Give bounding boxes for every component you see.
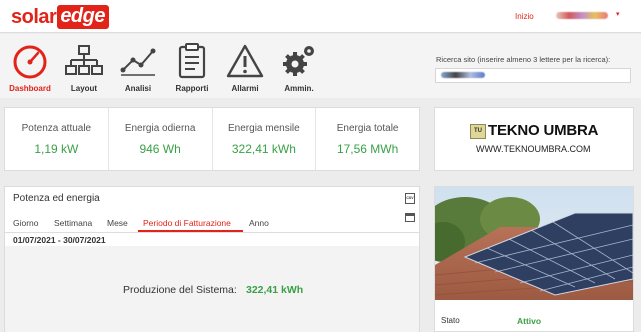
kpi-energy-month: Energia mensile 322,41 kWh <box>213 108 317 170</box>
site-status-label: Stato <box>441 316 460 325</box>
warning-icon <box>226 44 264 78</box>
solaredge-logo[interactable]: solar edge <box>11 5 109 29</box>
kpi-label: Energia odierna <box>124 123 196 134</box>
tab-label: Layout <box>70 84 98 93</box>
site-status-value: Attivo <box>517 316 542 326</box>
tab-allarmi[interactable]: Allarmi <box>219 42 271 96</box>
kpi-energy-today: Energia odierna 946 Wh <box>109 108 213 170</box>
panel-title: Potenza ed energia <box>13 193 100 204</box>
hierarchy-icon <box>65 45 103 75</box>
tab-rapporti[interactable]: Rapporti <box>166 42 218 96</box>
tab-analisi[interactable]: Analisi <box>112 42 164 96</box>
tab-settimana[interactable]: Settimana <box>54 218 92 228</box>
user-menu[interactable] <box>556 12 608 19</box>
installer-website[interactable]: WWW.TEKNOUMBRA.COM <box>476 144 591 154</box>
kpi-value: 322,41 kWh <box>231 142 296 156</box>
clipboard-icon <box>178 43 206 79</box>
divider <box>5 232 419 233</box>
tab-label: Dashboard <box>9 84 51 93</box>
site-search-value <box>441 72 485 78</box>
kpi-value: 946 Wh <box>139 142 181 156</box>
production-label: Produzione del Sistema: <box>123 284 237 296</box>
tab-ammin[interactable]: Ammin. <box>273 42 325 96</box>
top-bar: solar edge Inizio ▾ <box>0 0 641 33</box>
main-toolbar: Dashboard Layout Analisi Rapporti Allarm… <box>0 34 641 98</box>
tab-label: Analisi <box>124 84 152 93</box>
production-value: 322,41 kWh <box>246 284 304 296</box>
power-energy-panel: Potenza ed energia CSV Giorno Settimana … <box>4 186 420 332</box>
tab-label: Allarmi <box>231 84 259 93</box>
site-photo[interactable] <box>435 187 633 300</box>
kpi-value: 17,56 MWh <box>336 142 399 156</box>
kpi-label: Energia mensile <box>228 123 300 134</box>
logo-solar-text: solar <box>11 5 57 28</box>
tab-layout[interactable]: Layout <box>58 42 110 96</box>
date-range: 01/07/2021 - 30/07/2021 <box>13 235 106 245</box>
logo-edge-text: edge <box>57 5 109 29</box>
installer-name: TEKNO UMBRA <box>488 122 599 139</box>
tab-dashboard[interactable]: Dashboard <box>4 42 56 96</box>
gears-icon <box>283 46 314 76</box>
gauge-icon <box>13 45 47 79</box>
tab-label: Rapporti <box>175 84 209 93</box>
kpi-panel: Potenza attuale 1,19 kW Energia odierna … <box>4 107 420 171</box>
kpi-energy-total: Energia totale 17,56 MWh <box>316 108 419 170</box>
tab-periodo-fatturazione[interactable]: Periodo di Fatturazione <box>143 218 231 228</box>
site-search-label: Ricerca sito (inserire almeno 3 lettere … <box>436 55 611 64</box>
kpi-label: Potenza attuale <box>21 123 92 134</box>
home-link[interactable]: Inizio <box>515 12 534 21</box>
installer-logo: TU <box>470 124 486 139</box>
tab-mese[interactable]: Mese <box>107 218 128 228</box>
tab-label: Ammin. <box>284 84 314 93</box>
kpi-label: Energia totale <box>336 123 399 134</box>
kpi-current-power: Potenza attuale 1,19 kW <box>5 108 109 170</box>
installer-panel <box>434 107 634 171</box>
csv-export-icon[interactable]: CSV <box>405 193 415 204</box>
tab-giorno[interactable]: Giorno <box>13 218 39 228</box>
tab-anno[interactable]: Anno <box>249 218 269 228</box>
kpi-value: 1,19 kW <box>34 142 79 156</box>
calendar-icon[interactable] <box>405 213 415 222</box>
chevron-down-icon[interactable]: ▾ <box>616 10 620 18</box>
line-chart-icon <box>120 48 156 76</box>
